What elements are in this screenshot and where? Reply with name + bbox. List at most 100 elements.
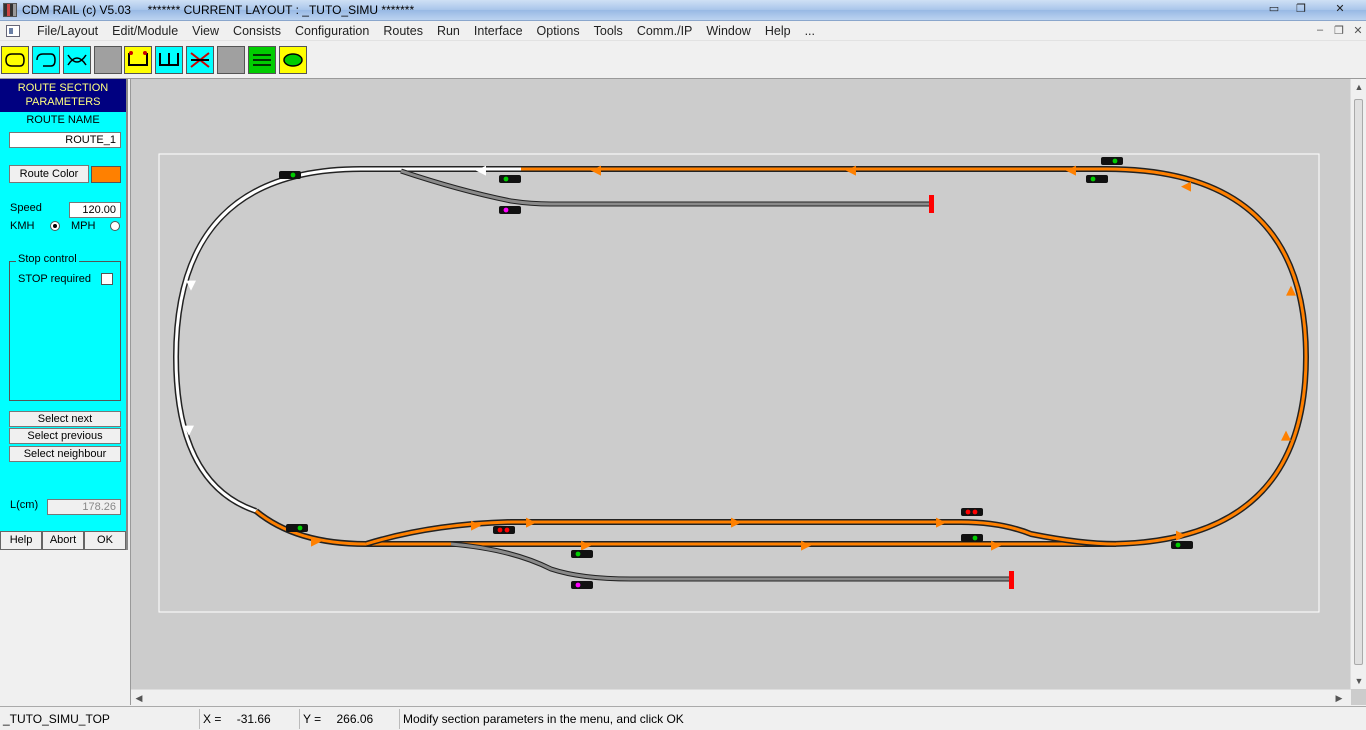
signal-siding-upper-light[interactable] bbox=[503, 207, 509, 213]
signal-lower-far-right-light[interactable] bbox=[1182, 542, 1188, 548]
select-next-button[interactable]: Select next bbox=[9, 411, 121, 427]
direction-arrow-icon[interactable]: ◀ bbox=[591, 163, 601, 178]
menu-item-window[interactable]: Window bbox=[699, 23, 757, 39]
main-loop-track-rail[interactable] bbox=[366, 166, 1310, 547]
close-button[interactable]: ✕ bbox=[1327, 1, 1353, 17]
ok-button[interactable]: OK bbox=[84, 531, 126, 550]
selected-track-section[interactable] bbox=[174, 167, 521, 513]
signal-passing-right[interactable] bbox=[961, 508, 983, 516]
selected-track-section-rail[interactable] bbox=[172, 166, 521, 514]
scroll-left-arrow-icon[interactable]: ◀ bbox=[131, 690, 147, 706]
abort-button[interactable]: Abort bbox=[42, 531, 84, 550]
signal-upper-left-light[interactable] bbox=[503, 176, 509, 182]
loop-left-icon[interactable] bbox=[1, 46, 29, 74]
mdi-close-button[interactable]: ✕ bbox=[1349, 24, 1366, 39]
menu-item-file-layout[interactable]: File/Layout bbox=[30, 23, 105, 39]
signal-passing-left-light[interactable] bbox=[497, 527, 503, 533]
signal-siding-lower-light[interactable] bbox=[575, 582, 581, 588]
app-icon[interactable] bbox=[3, 3, 17, 17]
upper-buffer-stop[interactable] bbox=[929, 195, 934, 213]
minimize-button[interactable]: ▭ bbox=[1262, 1, 1286, 17]
signal-lower-right-light[interactable] bbox=[965, 535, 971, 541]
direction-arrow-icon[interactable]: ▶ bbox=[311, 534, 321, 549]
select-previous-button[interactable]: Select previous bbox=[9, 428, 121, 444]
direction-arrow-icon[interactable]: ▲ bbox=[1281, 428, 1291, 443]
signal-upper-right[interactable] bbox=[1086, 175, 1108, 183]
direction-arrow-icon[interactable]: ◀ bbox=[1181, 179, 1191, 194]
select-neighbour-button[interactable]: Select neighbour bbox=[9, 446, 121, 462]
route-name-field[interactable]: ROUTE_1 bbox=[9, 132, 121, 148]
signal-upper-far-left-light[interactable] bbox=[290, 172, 296, 178]
signal-passing-right-light[interactable] bbox=[972, 509, 978, 515]
menu-item-help[interactable]: Help bbox=[758, 23, 798, 39]
direction-arrow-icon[interactable]: ▶ bbox=[801, 538, 811, 553]
signal-passing-left[interactable] bbox=[493, 526, 515, 534]
signal-top-right-light[interactable] bbox=[1112, 158, 1118, 164]
vertical-scroll-thumb[interactable] bbox=[1354, 99, 1363, 665]
signal-lower-right[interactable] bbox=[961, 534, 983, 542]
direction-arrow-icon[interactable]: ▶ bbox=[936, 515, 946, 530]
menu-item-options[interactable]: Options bbox=[530, 23, 587, 39]
menu-item-routes[interactable]: Routes bbox=[376, 23, 430, 39]
signal-top-right-light[interactable] bbox=[1105, 158, 1111, 164]
scroll-up-arrow-icon[interactable]: ▲ bbox=[1351, 79, 1366, 95]
help-button[interactable]: Help bbox=[0, 531, 42, 550]
direction-arrow-icon[interactable]: ▲ bbox=[1286, 283, 1296, 298]
stop-required-checkbox[interactable] bbox=[101, 273, 113, 285]
oval-icon[interactable] bbox=[279, 46, 307, 74]
layout-canvas[interactable]: ◀ ◀ ◀ ◀ ◀ ▲ ▲ ▶ ▶ ▶ ▶ ▶ ▶ ▶ ▶ ▶ ▼ ▼ ▲ ▼ ◀ ▶ bbox=[130, 79, 1366, 705]
vertical-scrollbar[interactable]: ▲ ▼ bbox=[1350, 79, 1366, 689]
menu-item-tools[interactable]: Tools bbox=[587, 23, 630, 39]
horizontal-scrollbar[interactable]: ◀ ▶ bbox=[131, 689, 1351, 705]
menu-item-edit-module[interactable]: Edit/Module bbox=[105, 23, 185, 39]
speed-field[interactable]: 120.00 bbox=[69, 202, 121, 218]
signal-siding-upper-light[interactable] bbox=[510, 207, 516, 213]
lines-icon[interactable] bbox=[248, 46, 276, 74]
signal-upper-far-left[interactable] bbox=[279, 171, 301, 179]
signal-upper-left[interactable] bbox=[499, 175, 521, 183]
track-yellow-icon[interactable] bbox=[124, 46, 152, 74]
mph-radio[interactable] bbox=[110, 221, 120, 231]
signal-siding-upper[interactable] bbox=[499, 206, 521, 214]
menu-item-configuration[interactable]: Configuration bbox=[288, 23, 376, 39]
direction-arrow-icon[interactable]: ▶ bbox=[991, 538, 1001, 553]
signal-upper-right-light[interactable] bbox=[1097, 176, 1103, 182]
signal-siding-lower[interactable] bbox=[571, 581, 593, 589]
track-crossed-icon[interactable] bbox=[186, 46, 214, 74]
signal-upper-far-left-light[interactable] bbox=[283, 172, 289, 178]
main-loop-track[interactable] bbox=[366, 167, 1308, 546]
document-icon[interactable] bbox=[6, 25, 20, 37]
direction-arrow-icon[interactable]: ◀ bbox=[476, 163, 486, 178]
loop-right-icon[interactable] bbox=[32, 46, 60, 74]
signal-siding-lower-light[interactable] bbox=[582, 582, 588, 588]
signal-lower-left-light[interactable] bbox=[290, 525, 296, 531]
lower-buffer-stop[interactable] bbox=[1009, 571, 1014, 589]
menu-item-view[interactable]: View bbox=[185, 23, 226, 39]
direction-arrow-icon[interactable]: ▼ bbox=[184, 423, 194, 438]
signal-lower-left-light[interactable] bbox=[297, 525, 303, 531]
direction-arrow-icon[interactable]: ◀ bbox=[1066, 163, 1076, 178]
track-layout[interactable]: ◀ ◀ ◀◀◀▲▲▶▶ ▶ ▶ ▶▶ ▶ ▶▶▼▼ bbox=[131, 79, 1351, 689]
mdi-minimize-button[interactable]: – bbox=[1311, 24, 1329, 39]
cross-loop-icon[interactable] bbox=[63, 46, 91, 74]
blank-icon[interactable] bbox=[217, 46, 245, 74]
direction-arrow-icon[interactable]: ◀ bbox=[846, 163, 856, 178]
signal-upper-left-light[interactable] bbox=[510, 176, 516, 182]
signal-lower-far-right[interactable] bbox=[1171, 541, 1193, 549]
menu-item-run[interactable]: Run bbox=[430, 23, 467, 39]
scroll-down-arrow-icon[interactable]: ▼ bbox=[1351, 673, 1366, 689]
signal-lower-mid-light[interactable] bbox=[575, 551, 581, 557]
direction-arrow-icon[interactable]: ▶ bbox=[526, 515, 536, 530]
signal-lower-far-right-light[interactable] bbox=[1175, 542, 1181, 548]
kmh-radio[interactable] bbox=[50, 221, 60, 231]
blank-icon[interactable] bbox=[94, 46, 122, 74]
signal-top-right[interactable] bbox=[1101, 157, 1123, 165]
lower-siding-track[interactable] bbox=[450, 542, 1011, 581]
signal-upper-right-light[interactable] bbox=[1090, 176, 1096, 182]
menu-item-[interactable]: ... bbox=[798, 23, 822, 39]
signal-passing-right-light[interactable] bbox=[965, 509, 971, 515]
route-color-swatch[interactable] bbox=[91, 166, 121, 183]
scroll-right-arrow-icon[interactable]: ▶ bbox=[1331, 690, 1347, 706]
track-cyan-icon[interactable] bbox=[155, 46, 183, 74]
signal-lower-left[interactable] bbox=[286, 524, 308, 532]
